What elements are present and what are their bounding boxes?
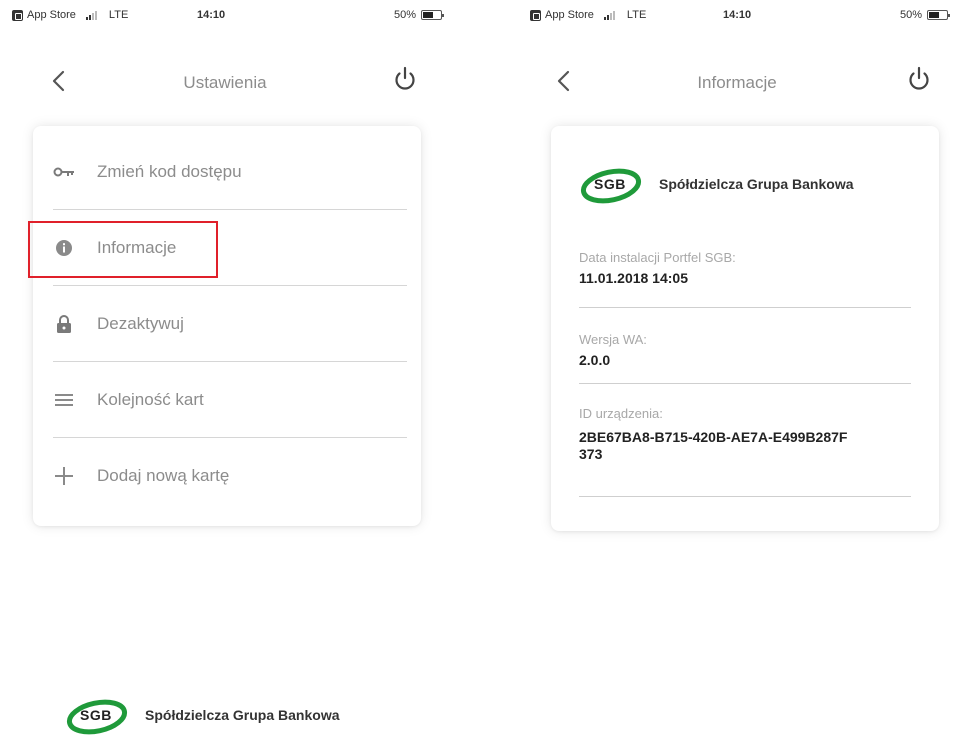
- app-store-icon: [530, 9, 541, 21]
- app-version-field: Wersja WA: 2.0.0: [579, 332, 911, 384]
- logout-button[interactable]: [390, 64, 420, 94]
- footer-logo: SGB Spółdzielcza Grupa Bankowa: [65, 693, 340, 737]
- nav-bar: Informacje: [518, 55, 956, 105]
- status-network: LTE: [108, 9, 129, 21]
- field-value: 11.01.2018 14:05: [579, 270, 688, 286]
- status-network: LTE: [626, 9, 647, 21]
- sgb-logo-mark: SGB: [65, 693, 133, 737]
- menu-item-label: Dezaktywuj: [97, 313, 184, 333]
- menu-item-label: Kolejność kart: [97, 389, 204, 409]
- logout-button[interactable]: [904, 64, 934, 94]
- menu-lines-icon: [53, 389, 75, 411]
- signal-icon: [603, 10, 615, 20]
- nav-bar: Ustawienia: [0, 55, 450, 105]
- information-screen: App Store LTE 14:10 50% Informacje SGB S…: [518, 0, 956, 751]
- menu-item-change-passcode[interactable]: Zmień kod dostępu: [53, 134, 407, 210]
- bank-name: Spółdzielcza Grupa Bankowa: [659, 176, 854, 192]
- status-battery-percent: 50%: [393, 9, 416, 21]
- install-date-field: Data instalacji Portfel SGB: 11.01.2018 …: [579, 250, 911, 308]
- status-time: 14:10: [723, 9, 752, 21]
- device-id-field: ID urządzenia: 2BE67BA8-B715-420B-AE7A-E…: [579, 406, 911, 497]
- field-value: 2.0.0: [579, 352, 611, 368]
- status-carrier: App Store: [27, 9, 76, 21]
- information-card: SGB Spółdzielcza Grupa Bankowa Data inst…: [551, 126, 939, 531]
- signal-icon: [85, 10, 97, 20]
- highlight-annotation: [28, 221, 218, 278]
- settings-menu-card: Zmień kod dostępu Informacje Dezaktywuj …: [33, 126, 421, 526]
- key-icon: [53, 161, 75, 183]
- status-carrier: App Store: [545, 9, 594, 21]
- power-icon: [395, 66, 415, 90]
- status-time: 14:10: [197, 9, 226, 21]
- sgb-logo-mark: SGB: [579, 162, 647, 206]
- menu-item-card-order[interactable]: Kolejność kart: [53, 362, 407, 438]
- field-label: Data instalacji Portfel SGB:: [579, 250, 736, 265]
- menu-item-deactivate[interactable]: Dezaktywuj: [53, 286, 407, 362]
- field-label: Wersja WA:: [579, 332, 647, 347]
- lock-icon: [53, 313, 75, 335]
- status-bar: App Store LTE 14:10 50%: [0, 0, 450, 30]
- bank-name: Spółdzielcza Grupa Bankowa: [145, 707, 340, 723]
- battery-icon: [421, 10, 444, 20]
- menu-item-label: Dodaj nową kartę: [97, 466, 230, 485]
- menu-item-label: Zmień kod dostępu: [97, 161, 242, 181]
- page-title: Ustawienia: [183, 73, 267, 92]
- settings-screen: App Store LTE 14:10 50% Ustawienia Zmień…: [0, 0, 450, 751]
- status-bar: App Store LTE 14:10 50%: [518, 0, 956, 30]
- plus-icon: [53, 465, 75, 487]
- app-store-icon: [12, 9, 23, 21]
- battery-icon: [927, 10, 950, 20]
- power-icon: [909, 66, 929, 90]
- menu-item-add-card[interactable]: Dodaj nową kartę: [53, 438, 407, 514]
- status-battery-percent: 50%: [899, 9, 922, 21]
- field-label: ID urządzenia:: [579, 406, 663, 421]
- page-title: Informacje: [697, 73, 777, 92]
- field-value: 2BE67BA8-B715-420B-AE7A-E499B287F373: [579, 429, 848, 462]
- sgb-logo: SGB Spółdzielcza Grupa Bankowa: [579, 162, 854, 206]
